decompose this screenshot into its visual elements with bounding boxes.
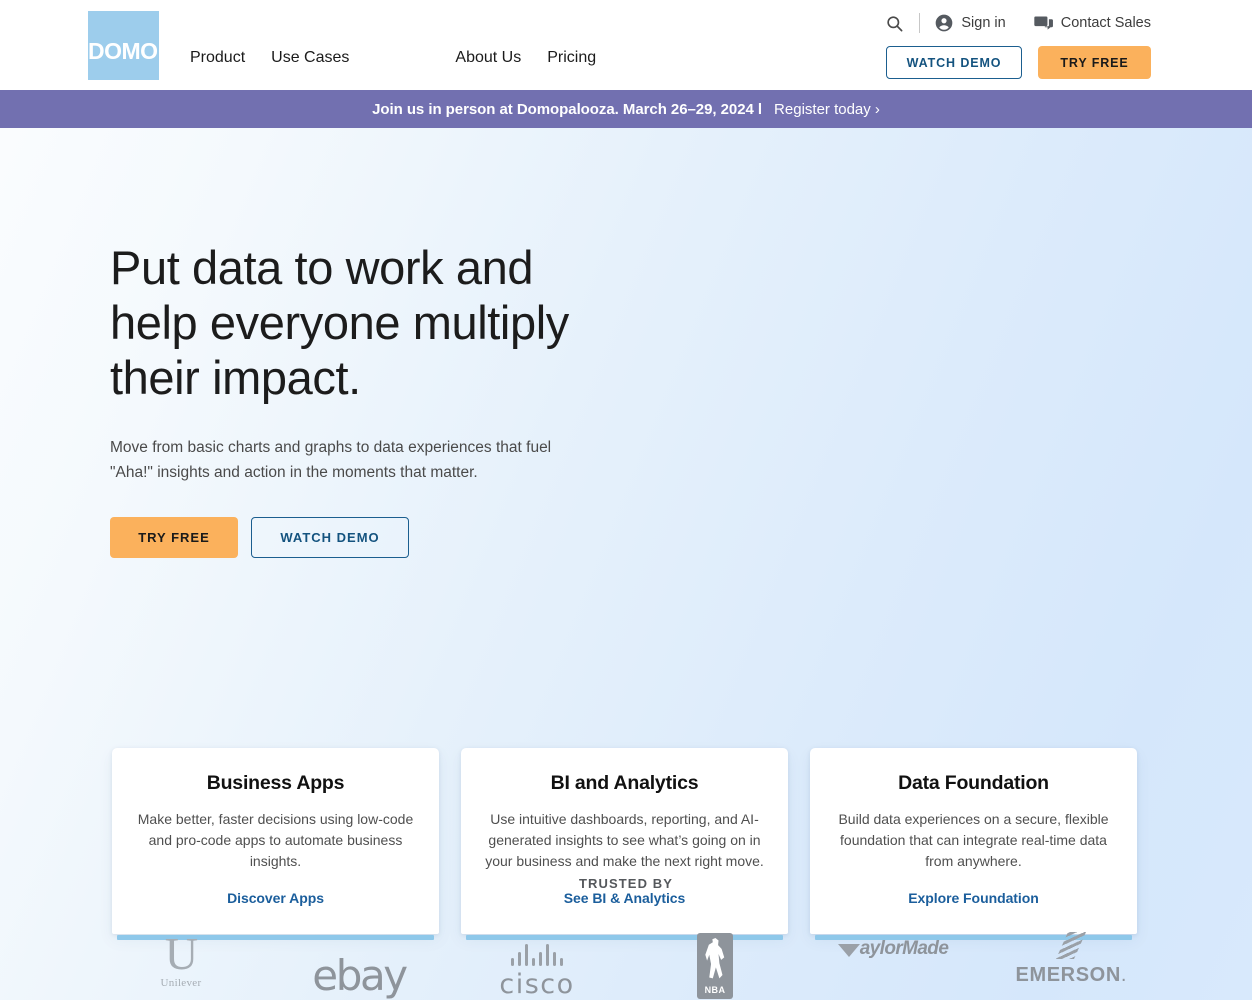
card-description: Make better, faster decisions using low-… [137,811,414,869]
sign-in-label: Sign in [961,15,1006,31]
contact-sales-link[interactable]: Contact Sales [1033,13,1151,34]
search-icon[interactable] [881,11,907,35]
site-header: DOMO Product Use Cases About Us Pricing [0,0,1252,90]
announcement-content: Join us in person at Domopalooza. March … [372,101,880,118]
card-description: Use intuitive dashboards, reporting, and… [485,811,764,869]
nav-item-about-us[interactable]: About Us [455,47,521,69]
card-title: BI and Analytics [550,772,699,794]
cisco-logo-label: cisco [499,969,575,1000]
watch-demo-button[interactable]: WATCH DEMO [886,46,1022,79]
taylormade-logo-label: aylorMade [859,938,949,959]
trusted-by-label: TRUSTED BY [578,876,674,891]
hero-cta-group: TRY FREE WATCH DEMO [110,517,730,558]
try-free-button[interactable]: TRY FREE [1038,46,1151,79]
cisco-bars-icon [511,944,563,966]
nav-item-product[interactable]: Product [190,47,245,69]
trusted-by-section: TRUSTED BY U Unilever ebay cisco NBA ayl… [0,876,1252,999]
page-title: Put data to work and help everyone multi… [110,241,569,404]
ebay-logo-label: ebay [312,951,408,1000]
taylormade-logo: aylorMade [804,921,982,999]
cisco-logo: cisco [448,921,626,999]
nba-logo-label: NBA [704,985,726,995]
emerson-logo: EMERSON. [982,921,1160,999]
unilever-logo-label: Unilever [160,976,202,989]
hero-section: Put data to work and help everyone multi… [0,128,1252,1000]
unilever-u-icon: U [164,927,198,979]
ebay-logo: ebay [270,921,448,999]
hero-watch-demo-button[interactable]: WATCH DEMO [251,517,409,558]
header-utility-row: Sign in Contact Sales [881,11,1151,35]
page-root: DOMO Product Use Cases About Us Pricing [0,0,1252,1000]
nba-logo: NBA [626,921,804,999]
card-description: Build data experiences on a secure, flex… [838,811,1109,869]
nba-badge-icon: NBA [697,933,733,999]
domo-logo-wordmark: DOMO [88,38,158,64]
nav-item-use-cases[interactable]: Use Cases [271,47,349,69]
domo-logo[interactable]: DOMO [88,11,159,80]
announcement-register-link[interactable]: Register today › [774,101,880,118]
nba-player-silhouette-icon [705,938,725,979]
main-navigation: Product Use Cases About Us Pricing [190,47,596,69]
client-logo-strip: U Unilever ebay cisco NBA aylorMade EMER… [0,919,1252,999]
announcement-banner: Join us in person at Domopalooza. March … [0,90,1252,128]
header-divider [919,13,921,33]
header-cta-group: WATCH DEMO TRY FREE [886,46,1151,79]
unilever-logo: U Unilever [92,921,270,999]
emerson-logo-label: EMERSON [1015,964,1121,986]
hero-subtitle: Move from basic charts and graphs to dat… [110,439,552,481]
card-title: Data Foundation [898,772,1049,794]
emerson-mark-icon [1056,932,1086,959]
announcement-text: Join us in person at Domopalooza. March … [372,100,763,118]
contact-sales-label: Contact Sales [1060,15,1151,31]
card-title: Business Apps [206,772,345,794]
account-circle-icon [934,13,954,33]
emerson-logo-dot: . [1120,964,1127,986]
sign-in-link[interactable]: Sign in [934,13,1006,33]
chat-bubbles-icon [1033,13,1054,34]
hero-try-free-button[interactable]: TRY FREE [110,517,238,558]
taylormade-triangle-icon [837,944,860,957]
hero-copy: Put data to work and help everyone multi… [110,240,730,558]
nav-item-pricing[interactable]: Pricing [547,47,596,69]
